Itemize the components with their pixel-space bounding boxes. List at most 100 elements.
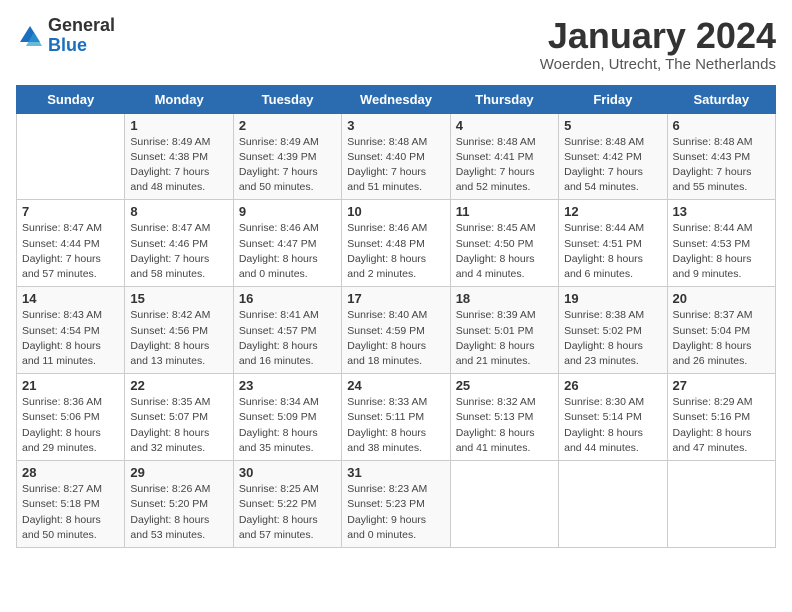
title-block: January 2024 Woerden, Utrecht, The Nethe… — [540, 16, 776, 73]
calendar-cell: 20 Sunrise: 8:37 AMSunset: 5:04 PMDayligh… — [667, 287, 775, 374]
day-info: Sunrise: 8:46 AMSunset: 4:47 PMDaylight:… — [239, 221, 336, 282]
day-info: Sunrise: 8:33 AMSunset: 5:11 PMDaylight:… — [347, 395, 444, 456]
day-info: Sunrise: 8:47 AMSunset: 4:44 PMDaylight:… — [22, 221, 119, 282]
calendar-cell: 22 Sunrise: 8:35 AMSunset: 5:07 PMDayligh… — [125, 374, 233, 461]
day-number: 28 — [22, 465, 119, 480]
day-number: 7 — [22, 204, 119, 219]
logo-text: General Blue — [48, 16, 115, 56]
day-info: Sunrise: 8:47 AMSunset: 4:46 PMDaylight:… — [130, 221, 227, 282]
day-number: 13 — [673, 204, 770, 219]
day-number: 25 — [456, 378, 553, 393]
day-number: 27 — [673, 378, 770, 393]
day-number: 3 — [347, 118, 444, 133]
logo: General Blue — [16, 16, 115, 56]
calendar-table: SundayMondayTuesdayWednesdayThursdayFrid… — [16, 85, 776, 548]
calendar-cell: 26Sunrise: 8:30 AMSunset: 5:14 PMDayligh… — [559, 374, 667, 461]
calendar-cell: 6Sunrise: 8:48 AMSunset: 4:43 PMDaylight… — [667, 113, 775, 200]
day-number: 11 — [456, 204, 553, 219]
day-info: Sunrise: 8:35 AMSunset: 5:07 PMDaylight:… — [130, 395, 227, 456]
month-title: January 2024 — [540, 16, 776, 56]
dow-header: Thursday — [450, 85, 558, 113]
calendar-cell: 8 Sunrise: 8:47 AMSunset: 4:46 PMDaylight… — [125, 200, 233, 287]
day-info: Sunrise: 8:36 AMSunset: 5:06 PMDaylight:… — [22, 395, 119, 456]
day-info: Sunrise: 8:41 AMSunset: 4:57 PMDaylight:… — [239, 308, 336, 369]
calendar-cell: 21 Sunrise: 8:36 AMSunset: 5:06 PMDayligh… — [17, 374, 125, 461]
day-number: 1 — [130, 118, 227, 133]
day-info: Sunrise: 8:45 AMSunset: 4:50 PMDaylight:… — [456, 221, 553, 282]
day-info: Sunrise: 8:46 AMSunset: 4:48 PMDaylight:… — [347, 221, 444, 282]
day-number: 5 — [564, 118, 661, 133]
calendar-cell: 28 Sunrise: 8:27 AMSunset: 5:18 PMDayligh… — [17, 461, 125, 548]
day-number: 23 — [239, 378, 336, 393]
calendar-cell: 27 Sunrise: 8:29 AMSunset: 5:16 PMDayligh… — [667, 374, 775, 461]
day-number: 12 — [564, 204, 661, 219]
page-header: General Blue January 2024 Woerden, Utrec… — [16, 16, 776, 73]
calendar-cell — [667, 461, 775, 548]
day-number: 2 — [239, 118, 336, 133]
day-info: Sunrise: 8:37 AMSunset: 5:04 PMDaylight:… — [673, 308, 770, 369]
location-subtitle: Woerden, Utrecht, The Netherlands — [540, 56, 776, 73]
dow-header: Friday — [559, 85, 667, 113]
day-number: 16 — [239, 291, 336, 306]
day-number: 20 — [673, 291, 770, 306]
calendar-cell: 3 Sunrise: 8:48 AMSunset: 4:40 PMDaylight… — [342, 113, 450, 200]
dow-header: Monday — [125, 85, 233, 113]
day-info: Sunrise: 8:32 AMSunset: 5:13 PMDaylight:… — [456, 395, 553, 456]
calendar-cell — [559, 461, 667, 548]
day-info: Sunrise: 8:23 AMSunset: 5:23 PMDaylight:… — [347, 482, 444, 543]
calendar-cell: 29Sunrise: 8:26 AMSunset: 5:20 PMDayligh… — [125, 461, 233, 548]
day-number: 8 — [130, 204, 227, 219]
dow-header: Tuesday — [233, 85, 341, 113]
day-info: Sunrise: 8:43 AMSunset: 4:54 PMDaylight:… — [22, 308, 119, 369]
day-info: Sunrise: 8:39 AMSunset: 5:01 PMDaylight:… — [456, 308, 553, 369]
calendar-cell: 10 Sunrise: 8:46 AMSunset: 4:48 PMDayligh… — [342, 200, 450, 287]
day-info: Sunrise: 8:42 AMSunset: 4:56 PMDaylight:… — [130, 308, 227, 369]
dow-header: Wednesday — [342, 85, 450, 113]
calendar-cell: 19 Sunrise: 8:38 AMSunset: 5:02 PMDayligh… — [559, 287, 667, 374]
calendar-cell: 23 Sunrise: 8:34 AMSunset: 5:09 PMDayligh… — [233, 374, 341, 461]
calendar-cell: 5 Sunrise: 8:48 AMSunset: 4:42 PMDaylight… — [559, 113, 667, 200]
day-number: 21 — [22, 378, 119, 393]
calendar-cell: 1Sunrise: 8:49 AMSunset: 4:38 PMDaylight… — [125, 113, 233, 200]
day-info: Sunrise: 8:48 AMSunset: 4:41 PMDaylight:… — [456, 135, 553, 196]
day-number: 22 — [130, 378, 227, 393]
calendar-cell: 31 Sunrise: 8:23 AMSunset: 5:23 PMDayligh… — [342, 461, 450, 548]
calendar-cell: 15 Sunrise: 8:42 AMSunset: 4:56 PMDayligh… — [125, 287, 233, 374]
day-info: Sunrise: 8:29 AMSunset: 5:16 PMDaylight:… — [673, 395, 770, 456]
dow-header: Sunday — [17, 85, 125, 113]
day-number: 19 — [564, 291, 661, 306]
calendar-cell: 16 Sunrise: 8:41 AMSunset: 4:57 PMDayligh… — [233, 287, 341, 374]
day-info: Sunrise: 8:27 AMSunset: 5:18 PMDaylight:… — [22, 482, 119, 543]
calendar-cell: 25 Sunrise: 8:32 AMSunset: 5:13 PMDayligh… — [450, 374, 558, 461]
day-number: 9 — [239, 204, 336, 219]
calendar-cell: 13 Sunrise: 8:44 AMSunset: 4:53 PMDayligh… — [667, 200, 775, 287]
day-info: Sunrise: 8:26 AMSunset: 5:20 PMDaylight:… — [130, 482, 227, 543]
day-info: Sunrise: 8:38 AMSunset: 5:02 PMDaylight:… — [564, 308, 661, 369]
day-info: Sunrise: 8:48 AMSunset: 4:42 PMDaylight:… — [564, 135, 661, 196]
calendar-cell: 2Sunrise: 8:49 AMSunset: 4:39 PMDaylight… — [233, 113, 341, 200]
day-number: 18 — [456, 291, 553, 306]
calendar-cell: 7 Sunrise: 8:47 AMSunset: 4:44 PMDaylight… — [17, 200, 125, 287]
day-info: Sunrise: 8:48 AMSunset: 4:40 PMDaylight:… — [347, 135, 444, 196]
calendar-cell: 9 Sunrise: 8:46 AMSunset: 4:47 PMDaylight… — [233, 200, 341, 287]
day-info: Sunrise: 8:34 AMSunset: 5:09 PMDaylight:… — [239, 395, 336, 456]
day-number: 31 — [347, 465, 444, 480]
calendar-cell — [450, 461, 558, 548]
calendar-cell: 30 Sunrise: 8:25 AMSunset: 5:22 PMDayligh… — [233, 461, 341, 548]
calendar-cell: 12Sunrise: 8:44 AMSunset: 4:51 PMDayligh… — [559, 200, 667, 287]
calendar-cell — [17, 113, 125, 200]
day-number: 17 — [347, 291, 444, 306]
calendar-cell: 24Sunrise: 8:33 AMSunset: 5:11 PMDayligh… — [342, 374, 450, 461]
logo-icon — [16, 22, 44, 50]
day-info: Sunrise: 8:25 AMSunset: 5:22 PMDaylight:… — [239, 482, 336, 543]
day-number: 14 — [22, 291, 119, 306]
calendar-cell: 4 Sunrise: 8:48 AMSunset: 4:41 PMDaylight… — [450, 113, 558, 200]
day-number: 15 — [130, 291, 227, 306]
day-number: 30 — [239, 465, 336, 480]
day-info: Sunrise: 8:44 AMSunset: 4:53 PMDaylight:… — [673, 221, 770, 282]
day-number: 10 — [347, 204, 444, 219]
calendar-cell: 14 Sunrise: 8:43 AMSunset: 4:54 PMDayligh… — [17, 287, 125, 374]
calendar-cell: 17Sunrise: 8:40 AMSunset: 4:59 PMDayligh… — [342, 287, 450, 374]
day-number: 4 — [456, 118, 553, 133]
day-number: 6 — [673, 118, 770, 133]
